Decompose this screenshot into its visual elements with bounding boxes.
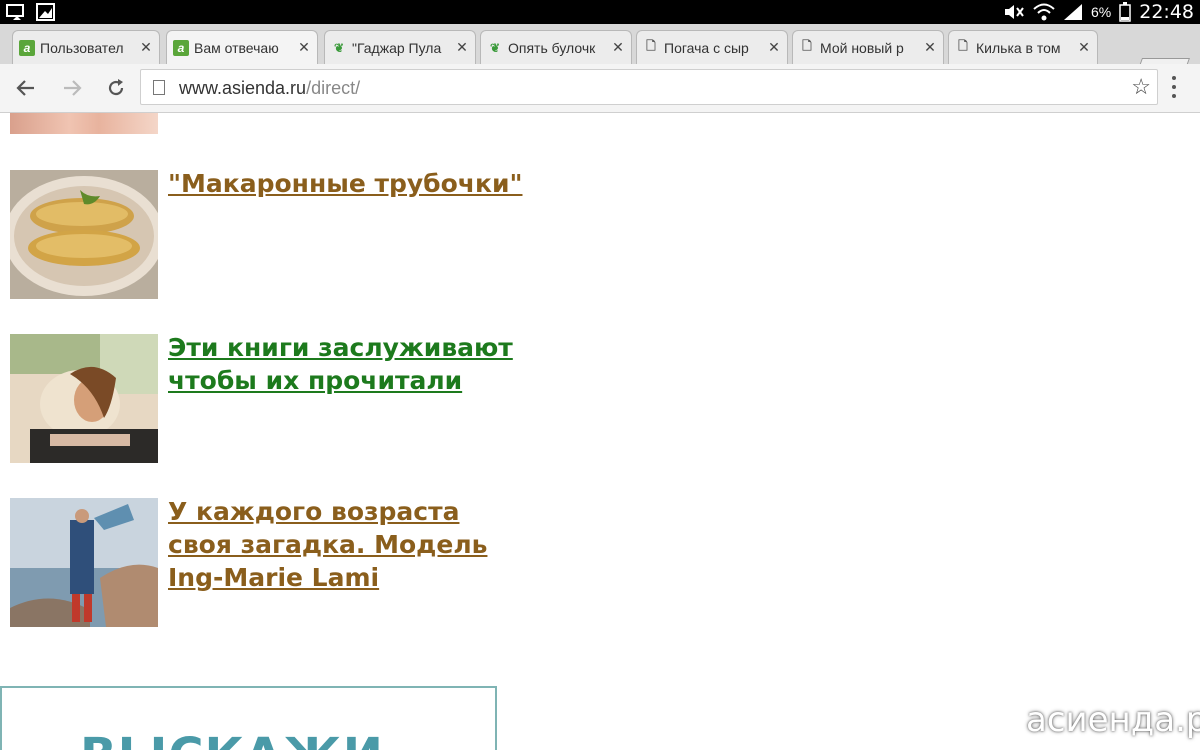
battery-icon — [1119, 2, 1131, 22]
tab[interactable]: 🗋 Мой новый р ✕ — [792, 30, 944, 64]
tab[interactable]: 🗋 Килька в том ✕ — [948, 30, 1098, 64]
menu-button[interactable] — [1172, 76, 1178, 103]
forward-arrow-icon — [64, 80, 82, 96]
promo-banner[interactable]: ВЫСКАЖИ — [0, 686, 497, 750]
close-icon[interactable]: ✕ — [611, 39, 625, 56]
close-icon[interactable]: ✕ — [297, 39, 311, 56]
tab[interactable]: a Пользовател ✕ — [12, 30, 160, 64]
reload-button[interactable] — [102, 74, 130, 102]
bookmark-star-icon[interactable]: ☆ — [1131, 74, 1151, 100]
page-content: "Макаронные трубочки" Эти книги заслужив… — [0, 113, 1200, 750]
reload-icon — [108, 79, 124, 96]
page-info-icon — [153, 80, 165, 95]
forward-button[interactable] — [58, 74, 86, 102]
url-path: /direct/ — [306, 78, 361, 98]
leaf-icon: ❦ — [489, 40, 501, 55]
page-icon: 🗋 — [958, 39, 968, 53]
tab-active[interactable]: a Вам отвечаю ✕ — [166, 30, 318, 64]
close-icon[interactable]: ✕ — [455, 39, 469, 56]
browser-toolbar: www.asienda.ru/direct/ ☆ — [0, 64, 1200, 113]
article-thumbnail[interactable] — [10, 334, 158, 463]
wifi-icon — [1033, 3, 1055, 21]
article-link[interactable]: У каждого возраста своя загадка. Модель … — [168, 495, 528, 594]
tab-title: "Гаджар Пула — [352, 39, 442, 56]
article-thumbnail[interactable] — [10, 113, 158, 134]
tab-title: Вам отвечаю — [194, 39, 279, 56]
close-icon[interactable]: ✕ — [139, 39, 153, 56]
tab[interactable]: 🗋 Погача с сыр ✕ — [636, 30, 788, 64]
site-watermark: асиенда.ру — [1000, 695, 1200, 745]
address-bar[interactable]: www.asienda.ru/direct/ ☆ — [140, 69, 1158, 105]
page-icon: 🗋 — [646, 39, 656, 53]
battery-percent: 6% — [1091, 4, 1112, 20]
asienda-icon: a — [19, 39, 35, 56]
tab-title: Мой новый р — [820, 39, 904, 56]
back-arrow-icon — [16, 80, 34, 96]
back-button[interactable] — [12, 74, 40, 102]
asienda-icon: a — [173, 39, 189, 56]
close-icon[interactable]: ✕ — [1077, 39, 1091, 56]
close-icon[interactable]: ✕ — [923, 39, 937, 56]
tab-strip: a Пользовател ✕ a Вам отвечаю ✕ ❦ "Гаджа… — [0, 24, 1200, 80]
tab[interactable]: ❦ Опять булочк ✕ — [480, 30, 632, 64]
article-thumbnail[interactable] — [10, 498, 158, 627]
article-link[interactable]: "Макаронные трубочки" — [168, 167, 528, 200]
signal-icon — [1064, 4, 1082, 20]
tab-title: Пользовател — [40, 39, 124, 56]
cast-icon — [6, 4, 24, 20]
url-text[interactable]: www.asienda.ru/direct/ — [179, 78, 360, 99]
url-host: www.asienda.ru — [179, 78, 307, 98]
article-link[interactable]: Эти книги заслуживают чтобы их прочитали — [168, 331, 528, 397]
banner-text: ВЫСКАЖИ — [80, 728, 384, 750]
article-thumbnail[interactable] — [10, 170, 158, 299]
page-icon: 🗋 — [802, 39, 812, 53]
treble-clef-icon — [1004, 695, 1021, 745]
tab-title: Погача с сыр — [664, 39, 749, 56]
watermark-text: асиенда.ру — [1026, 700, 1200, 740]
tab-title: Опять булочк — [508, 39, 596, 56]
tab-title: Килька в том — [976, 39, 1061, 56]
mute-icon — [1005, 5, 1024, 19]
gallery-icon — [36, 3, 55, 21]
status-bar: 6% 22:48 — [0, 0, 1200, 24]
clock: 22:48 — [1139, 1, 1194, 23]
leaf-icon: ❦ — [333, 40, 345, 55]
tab[interactable]: ❦ "Гаджар Пула ✕ — [324, 30, 476, 64]
close-icon[interactable]: ✕ — [767, 39, 781, 56]
